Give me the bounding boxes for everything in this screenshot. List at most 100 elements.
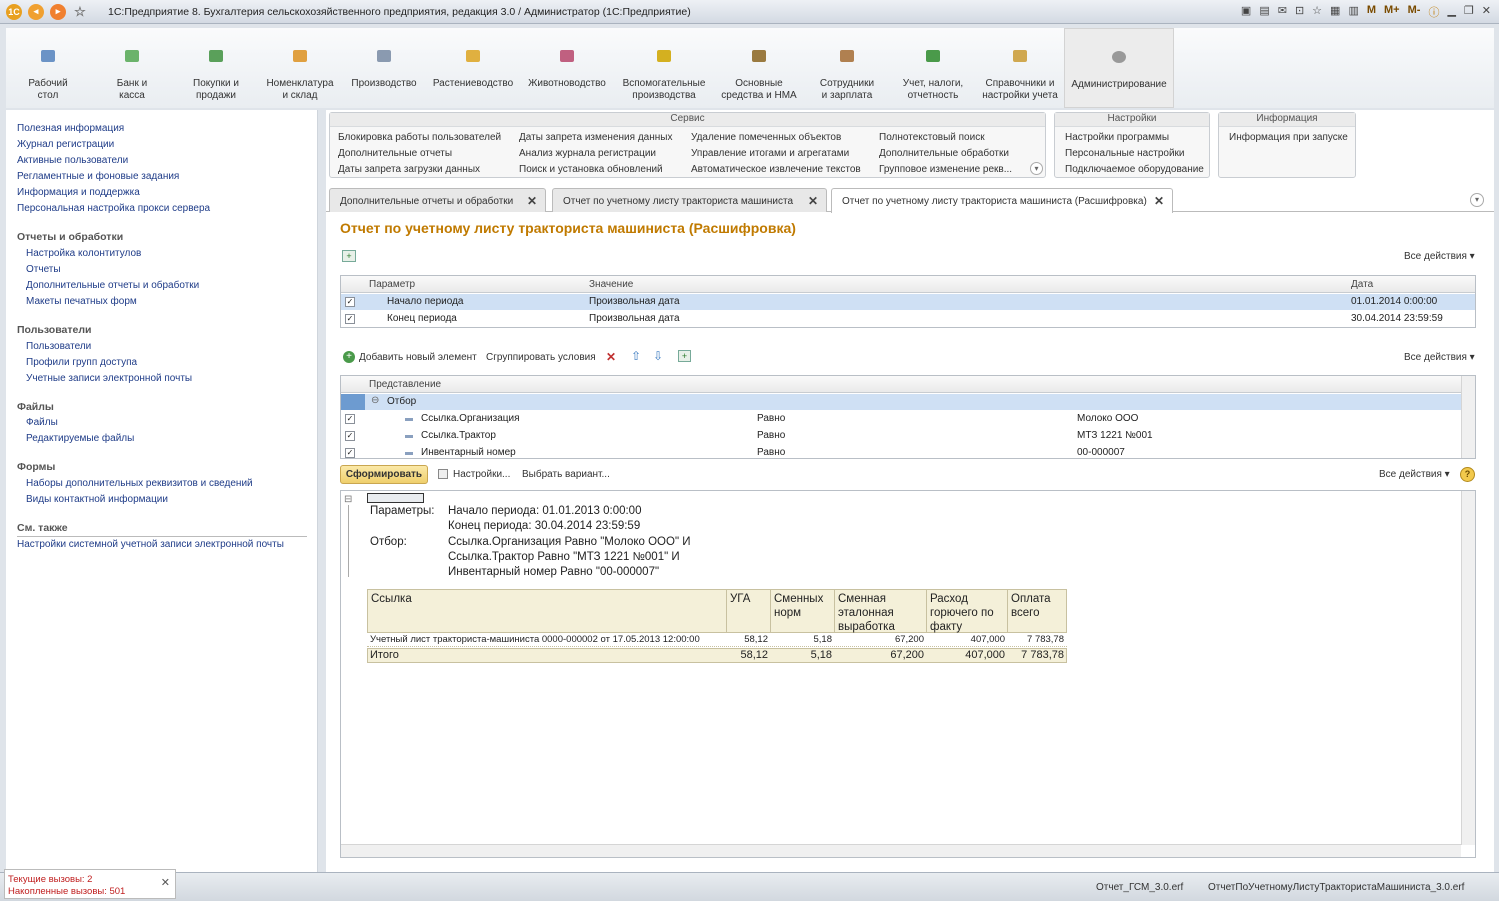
report-cell[interactable]: Учетный лист тракториста-машиниста 0000-… (370, 634, 700, 645)
param-value[interactable]: Произвольная дата (589, 296, 680, 307)
add-param-icon[interactable]: + (342, 250, 356, 262)
nav-link[interactable]: Настройки системной учетной записи элект… (17, 539, 284, 550)
tabs-menu-icon[interactable]: ▾ (1470, 193, 1484, 207)
expand-more-icon[interactable]: ▾ (1030, 162, 1043, 175)
close-tab-icon[interactable]: ✕ (1154, 194, 1164, 208)
close-tab-icon[interactable]: ✕ (808, 194, 818, 208)
selected-cell[interactable] (367, 493, 424, 503)
param-date[interactable]: 01.01.2014 0:00:00 (1351, 296, 1437, 307)
delete-icon[interactable]: ✕ (606, 350, 616, 364)
section-plant[interactable]: Растениеводство (426, 28, 520, 108)
print-icon[interactable]: ▤ (1259, 4, 1269, 20)
section-nomenclature[interactable]: Номенклатура и склад (258, 28, 342, 108)
help-button[interactable]: ? (1460, 467, 1475, 482)
command-link[interactable]: Блокировка работы пользователей (338, 132, 501, 143)
filter-scrollbar[interactable] (1461, 376, 1475, 458)
nav-link[interactable]: Регламентные и фоновые задания (17, 171, 179, 182)
nav-link[interactable]: Отчеты (26, 264, 61, 275)
param-date[interactable]: 30.04.2014 23:59:59 (1351, 313, 1443, 324)
nav-link[interactable]: Файлы (26, 417, 58, 428)
nav-link[interactable]: Учетные записи электронной почты (26, 373, 192, 384)
tab-tractor-report-details[interactable]: Отчет по учетному листу тракториста маши… (831, 188, 1173, 213)
filter-op[interactable]: Равно (757, 447, 785, 458)
filter-field[interactable]: Ссылка.Трактор (421, 430, 496, 441)
nav-link[interactable]: Профили групп доступа (26, 357, 137, 368)
nav-link[interactable]: Журнал регистрации (17, 139, 114, 150)
command-link[interactable]: Настройки программы (1065, 132, 1169, 143)
section-auxiliary[interactable]: Вспомогательные производства (614, 28, 714, 108)
command-link[interactable]: Автоматическое извлечение текстов (691, 164, 861, 175)
report-vertical-scrollbar[interactable] (1461, 491, 1475, 845)
nav-link[interactable]: Пользователи (26, 341, 91, 352)
command-link[interactable]: Персональные настройки (1065, 148, 1185, 159)
command-link[interactable]: Управление итогами и агрегатами (691, 148, 849, 159)
all-actions-button[interactable]: Все действия ▾ (1379, 469, 1450, 480)
select-variant-button[interactable]: Выбрать вариант... (522, 469, 610, 480)
restore-icon[interactable]: ❐ (1464, 4, 1474, 20)
nav-link[interactable]: Полезная информация (17, 123, 124, 134)
add-filter-button[interactable]: Добавить новый элемент (359, 352, 477, 363)
section-bank[interactable]: Банк и касса (90, 28, 174, 108)
checkbox[interactable]: ✓ (345, 414, 355, 424)
section-catalogs[interactable]: Справочники и настройки учета (976, 28, 1064, 108)
link-icon[interactable]: ⊡ (1295, 4, 1304, 20)
section-production[interactable]: Производство (342, 28, 426, 108)
filter-value[interactable]: Молоко ООО (1077, 413, 1138, 424)
home-icon[interactable]: ▸ (50, 3, 66, 20)
command-link[interactable]: Полнотекстовый поиск (879, 132, 985, 143)
star-icon[interactable]: ☆ (72, 4, 88, 20)
back-icon[interactable]: ◂ (28, 3, 44, 20)
m-button[interactable]: M (1367, 4, 1376, 20)
section-fixed-assets[interactable]: Основные средства и НМА (714, 28, 804, 108)
command-link[interactable]: Подключаемое оборудование (1065, 164, 1204, 175)
minimize-icon[interactable]: ▁ (1447, 4, 1455, 20)
checkbox[interactable]: ✓ (345, 297, 355, 307)
table-row[interactable] (341, 294, 1475, 310)
m-minus-button[interactable]: M- (1408, 4, 1421, 20)
nav-link[interactable]: Информация и поддержка (17, 187, 140, 198)
nav-link[interactable]: Макеты печатных форм (26, 296, 137, 307)
report-horizontal-scrollbar[interactable] (341, 844, 1461, 857)
command-link[interactable]: Информация при запуске (1229, 132, 1348, 143)
param-value[interactable]: Произвольная дата (589, 313, 680, 324)
nav-link[interactable]: Наборы дополнительных реквизитов и сведе… (26, 478, 253, 489)
nav-link[interactable]: Редактируемые файлы (26, 433, 134, 444)
nav-link[interactable]: Активные пользователи (17, 155, 128, 166)
calendar-icon[interactable]: ▦ (1330, 4, 1340, 20)
collapse-icon[interactable]: ⊖ (371, 395, 379, 406)
report-spreadsheet[interactable]: ⊟ Параметры: Начало периода: 01.01.2013 … (340, 490, 1476, 858)
section-administration[interactable]: Администрирование (1064, 28, 1174, 108)
nav-link[interactable]: Персональная настройка прокси сервера (17, 203, 210, 214)
tab-tractor-report[interactable]: Отчет по учетному листу тракториста маши… (552, 188, 827, 212)
section-accounting[interactable]: Учет, налоги, отчетность (890, 28, 976, 108)
filter-field[interactable]: Инвентарный номер (421, 447, 516, 458)
nav-link[interactable]: Дополнительные отчеты и обработки (26, 280, 199, 291)
filter-field[interactable]: Ссылка.Организация (421, 413, 520, 424)
checkbox[interactable]: ✓ (345, 314, 355, 324)
all-actions-button[interactable]: Все действия ▾ (1404, 352, 1475, 363)
settings-button[interactable]: Настройки... (453, 469, 510, 480)
command-link[interactable]: Даты запрета загрузки данных (338, 164, 480, 175)
favorites-icon[interactable]: ☆ (1312, 4, 1322, 20)
filter-op[interactable]: Равно (757, 430, 785, 441)
command-link[interactable]: Групповое изменение рекв... (879, 164, 1012, 175)
filter-group-row[interactable] (365, 394, 1461, 410)
command-link[interactable]: Дополнительные обработки (879, 148, 1009, 159)
checkbox[interactable]: ✓ (345, 431, 355, 441)
open-file-tab[interactable]: Отчет_ГСМ_3.0.erf (1096, 882, 1183, 893)
section-purchases[interactable]: Покупки и продажи (174, 28, 258, 108)
checkbox[interactable]: ✓ (345, 448, 355, 458)
filter-value[interactable]: МТЗ 1221 №001 (1077, 430, 1153, 441)
move-up-icon[interactable]: ⇧ (631, 349, 641, 363)
command-link[interactable]: Дополнительные отчеты (338, 148, 452, 159)
group-conditions-button[interactable]: Сгруппировать условия (486, 352, 596, 363)
mail-icon[interactable]: ✉ (1278, 4, 1287, 20)
section-livestock[interactable]: Животноводство (520, 28, 614, 108)
nav-link[interactable]: Виды контактной информации (26, 494, 168, 505)
app-logo-icon[interactable]: 1С (6, 3, 22, 20)
command-link[interactable]: Даты запрета изменения данных (519, 132, 672, 143)
close-icon[interactable]: ✕ (161, 876, 170, 889)
close-tab-icon[interactable]: ✕ (527, 194, 537, 208)
command-link[interactable]: Удаление помеченных объектов (691, 132, 841, 143)
calc-icon[interactable]: ▥ (1348, 4, 1358, 20)
